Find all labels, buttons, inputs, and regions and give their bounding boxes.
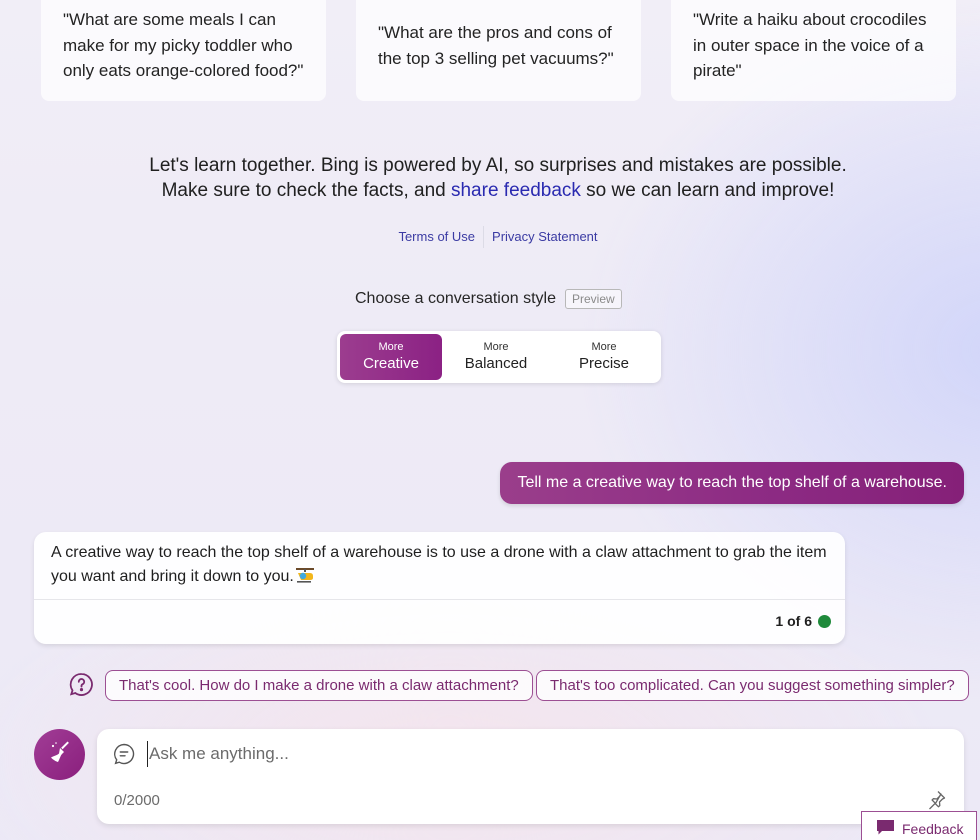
suggestion-line: "What are some meals I can (63, 10, 276, 30)
disclaimer-line-1: Let's learn together. Bing is powered by… (149, 155, 847, 176)
suggestion-line: "Write a haiku about crocodiles (693, 10, 927, 30)
bot-message: A creative way to reach the top shelf of… (34, 532, 845, 644)
feedback-button[interactable]: Feedback (861, 811, 977, 840)
pin-icon[interactable] (925, 789, 947, 811)
conversation-style-label: Choose a conversation style (355, 290, 556, 307)
chat-input[interactable] (147, 741, 907, 767)
style-option-prefix: More (378, 341, 404, 353)
chat-composer: 0/2000 (97, 729, 964, 824)
style-option-label: Balanced (464, 355, 528, 372)
preview-badge: Preview (565, 289, 622, 309)
suggestion-card[interactable]: "What are the pros and cons of the top 3… (356, 0, 641, 101)
disclaimer-text: so we can learn and improve! (580, 180, 835, 201)
suggestion-card[interactable]: "Write a haiku about crocodiles in outer… (671, 0, 956, 101)
suggestion-line: the top 3 selling pet vacuums?" (378, 48, 614, 68)
style-option-precise[interactable]: More Precise (550, 334, 658, 380)
feedback-label: Feedback (902, 821, 964, 837)
suggestion-line: make for my picky toddler who (63, 35, 293, 55)
suggested-reply-chip[interactable]: That's too complicated. Can you suggest … (536, 670, 969, 701)
style-option-creative[interactable]: More Creative (340, 334, 442, 380)
style-option-prefix: More (483, 341, 509, 353)
conversation-style-heading: Choose a conversation style Preview (355, 289, 622, 309)
terms-of-use-link[interactable]: Terms of Use (390, 227, 483, 248)
character-count: 0/2000 (114, 792, 160, 809)
bot-message-body: A creative way to reach the top shelf of… (34, 532, 845, 599)
disclaimer-line-2: Make sure to check the facts, and share … (0, 178, 980, 203)
disclaimer: Let's learn together. Bing is powered by… (0, 153, 980, 203)
style-option-label: Creative (363, 355, 419, 372)
style-option-label: Precise (578, 355, 630, 372)
suggestion-line: "What are the pros and cons of (378, 23, 612, 42)
suggestion-line: in outer space in the voice of a (693, 35, 924, 55)
feedback-icon (877, 820, 894, 838)
suggestion-line: pirate" (693, 61, 742, 81)
bot-message-text: A creative way to reach the top shelf of… (51, 544, 827, 585)
user-message: Tell me a creative way to reach the top … (500, 462, 964, 504)
style-option-balanced[interactable]: More Balanced (442, 334, 550, 380)
bot-message-footer: 1 of 6 (34, 600, 845, 629)
chat-bubble-icon (113, 743, 135, 765)
disclaimer-text: Make sure to check the facts, and (161, 180, 451, 201)
share-feedback-link[interactable]: share feedback (451, 180, 581, 201)
broom-icon (47, 739, 73, 770)
legal-links: Terms of Use Privacy Statement (0, 226, 980, 248)
new-topic-button[interactable] (34, 729, 85, 780)
privacy-statement-link[interactable]: Privacy Statement (484, 227, 606, 248)
turn-counter: 1 of 6 (775, 613, 812, 629)
style-option-prefix: More (591, 341, 617, 353)
helicopter-emoji-icon (295, 567, 315, 583)
suggested-reply-chip[interactable]: That's cool. How do I make a drone with … (105, 670, 533, 701)
question-bubble-icon (69, 672, 94, 697)
suggestion-line: only eats orange-colored food?" (63, 61, 304, 81)
suggestion-card[interactable]: "What are some meals I can make for my p… (41, 0, 326, 101)
conversation-style-toggle: More Creative More Balanced More Precise (337, 331, 661, 383)
turn-status-dot (818, 614, 831, 628)
